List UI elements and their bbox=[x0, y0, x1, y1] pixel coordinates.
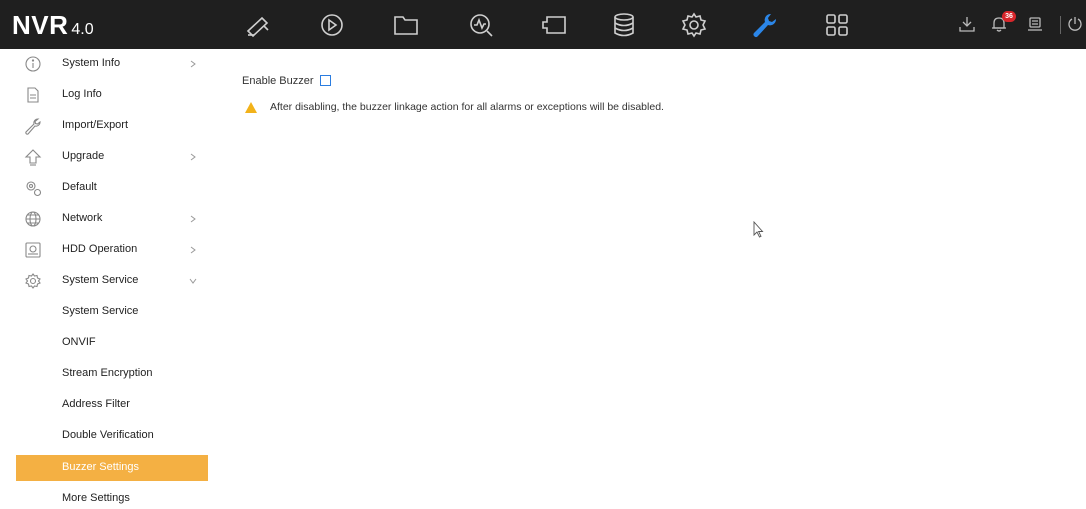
playback-icon[interactable] bbox=[318, 11, 346, 39]
sidebar-subitem-address-filter[interactable]: Address Filter bbox=[16, 392, 208, 418]
grid-menu-icon[interactable] bbox=[823, 11, 851, 39]
mouse-cursor-icon bbox=[753, 220, 765, 239]
default-gears-icon bbox=[24, 179, 42, 197]
nvr-logo: NVR 4.0 bbox=[12, 9, 94, 41]
sidebar-item-label: Import/Export bbox=[62, 119, 129, 131]
sidebar-item-system-service[interactable]: System Service bbox=[16, 268, 208, 294]
configuration-gear-icon[interactable] bbox=[680, 11, 708, 39]
sidebar-item-log-info[interactable]: Log Info bbox=[16, 82, 208, 108]
sidebar-subitem-label: Address Filter bbox=[62, 398, 130, 410]
hdd-icon bbox=[24, 241, 42, 259]
upgrade-arrow-icon bbox=[24, 148, 42, 166]
sidebar-subitem-label: More Settings bbox=[62, 492, 130, 504]
document-icon bbox=[24, 86, 42, 104]
toolbar-divider bbox=[1060, 16, 1061, 34]
enable-buzzer-checkbox[interactable] bbox=[320, 75, 331, 86]
globe-icon bbox=[24, 210, 42, 228]
wrench-icon bbox=[24, 117, 42, 135]
chevron-right-icon bbox=[188, 212, 198, 226]
chevron-right-icon bbox=[188, 57, 198, 71]
service-gear-icon bbox=[24, 272, 42, 290]
sidebar-subitem-buzzer-settings[interactable]: Buzzer Settings bbox=[16, 455, 208, 481]
logo-main: NVR bbox=[12, 10, 69, 40]
sidebar-subitem-system-service[interactable]: System Service bbox=[16, 299, 208, 325]
download-icon[interactable] bbox=[958, 15, 976, 33]
sidebar-subitem-label: Double Verification bbox=[62, 429, 154, 441]
live-view-camera-icon[interactable] bbox=[244, 11, 272, 39]
chevron-right-icon bbox=[188, 243, 198, 257]
sidebar: System Info Log Info Import/Export Upgra… bbox=[0, 49, 212, 509]
storage-icon[interactable] bbox=[610, 11, 638, 39]
sidebar-item-label: HDD Operation bbox=[62, 243, 138, 255]
sidebar-item-network[interactable]: Network bbox=[16, 206, 208, 232]
sidebar-item-system-info[interactable]: System Info bbox=[16, 51, 208, 77]
alarm-count-badge: 36 bbox=[1002, 11, 1016, 22]
sidebar-subitem-double-verification[interactable]: Double Verification bbox=[16, 423, 208, 449]
screen-icon[interactable] bbox=[540, 11, 568, 39]
top-bar: NVR 4.0 36 bbox=[0, 0, 1086, 49]
sidebar-subitem-label: Stream Encryption bbox=[62, 367, 153, 379]
sidebar-item-import-export[interactable]: Import/Export bbox=[16, 113, 208, 139]
smart-analysis-icon[interactable] bbox=[467, 11, 495, 39]
sidebar-subitem-stream-encryption[interactable]: Stream Encryption bbox=[16, 361, 208, 387]
lock-screen-icon[interactable] bbox=[1026, 15, 1044, 33]
sidebar-subitem-onvif[interactable]: ONVIF bbox=[16, 330, 208, 356]
sidebar-item-label: System Info bbox=[62, 57, 121, 69]
sidebar-item-label: Log Info bbox=[62, 88, 102, 100]
chevron-right-icon bbox=[188, 150, 198, 164]
sidebar-item-hdd-operation[interactable]: HDD Operation bbox=[16, 237, 208, 263]
sidebar-item-label: System Service bbox=[62, 274, 139, 286]
sidebar-item-label: Upgrade bbox=[62, 150, 105, 162]
sidebar-item-upgrade[interactable]: Upgrade bbox=[16, 144, 208, 170]
sidebar-subitem-label: System Service bbox=[62, 305, 139, 317]
warning-message: After disabling, the buzzer linkage acti… bbox=[270, 101, 664, 113]
sidebar-item-label: Default bbox=[62, 181, 97, 193]
file-management-icon[interactable] bbox=[392, 11, 420, 39]
chevron-down-icon bbox=[188, 274, 198, 288]
sidebar-subitem-label: Buzzer Settings bbox=[62, 461, 140, 473]
sidebar-subitem-more-settings[interactable]: More Settings bbox=[16, 486, 208, 509]
maintenance-wrench-icon[interactable] bbox=[750, 11, 778, 39]
warning-icon bbox=[244, 101, 258, 114]
sidebar-item-default[interactable]: Default bbox=[16, 175, 208, 201]
logo-version: 4.0 bbox=[71, 21, 94, 38]
enable-buzzer-label: Enable Buzzer bbox=[242, 75, 314, 87]
power-icon[interactable] bbox=[1066, 15, 1084, 33]
info-icon bbox=[24, 55, 42, 73]
sidebar-subitem-label: ONVIF bbox=[62, 336, 96, 348]
sidebar-item-label: Network bbox=[62, 212, 103, 224]
